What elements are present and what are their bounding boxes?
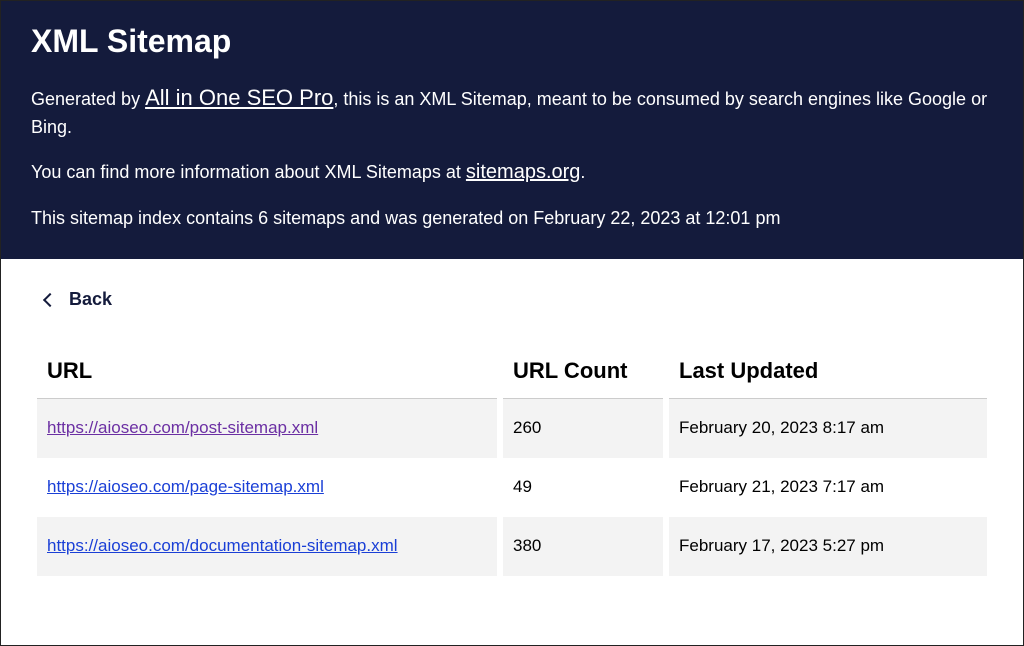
text: Generated by xyxy=(31,89,145,109)
cell-count: 49 xyxy=(503,458,663,517)
back-button[interactable]: Back xyxy=(45,289,112,310)
cell-updated: February 21, 2023 7:17 am xyxy=(669,458,987,517)
cell-updated: February 20, 2023 8:17 am xyxy=(669,399,987,458)
text: . xyxy=(580,162,585,182)
content-area: Back URL URL Count Last Updated https://… xyxy=(1,259,1023,576)
aioseo-link[interactable]: All in One SEO Pro xyxy=(145,85,333,110)
sitemap-url-link[interactable]: https://aioseo.com/documentation-sitemap… xyxy=(47,536,398,555)
page-title: XML Sitemap xyxy=(31,23,993,60)
cell-url: https://aioseo.com/documentation-sitemap… xyxy=(37,517,497,576)
table-row: https://aioseo.com/documentation-sitemap… xyxy=(37,517,987,576)
cell-updated: February 17, 2023 5:27 pm xyxy=(669,517,987,576)
text: You can find more information about XML … xyxy=(31,162,466,182)
table-row: https://aioseo.com/post-sitemap.xml 260Fe… xyxy=(37,399,987,458)
sitemap-url-link[interactable]: https://aioseo.com/post-sitemap.xml xyxy=(47,418,318,437)
sitemap-url-link[interactable]: https://aioseo.com/page-sitemap.xml xyxy=(47,477,324,496)
chevron-left-icon xyxy=(43,293,57,307)
cell-url: https://aioseo.com/post-sitemap.xml xyxy=(37,399,497,458)
cell-url: https://aioseo.com/page-sitemap.xml xyxy=(37,458,497,517)
cell-count: 380 xyxy=(503,517,663,576)
header-line-3: This sitemap index contains 6 sitemaps a… xyxy=(31,205,993,231)
table-row: https://aioseo.com/page-sitemap.xml 49Feb… xyxy=(37,458,987,517)
header-line-2: You can find more information about XML … xyxy=(31,158,993,187)
sitemaps-org-link[interactable]: sitemaps.org xyxy=(466,161,581,183)
col-header-updated: Last Updated xyxy=(669,358,987,399)
back-label: Back xyxy=(69,289,112,310)
sitemap-header: XML Sitemap Generated by All in One SEO … xyxy=(1,1,1023,259)
header-line-1: Generated by All in One SEO Pro, this is… xyxy=(31,82,993,140)
sitemap-table: URL URL Count Last Updated https://aiose… xyxy=(31,358,993,576)
cell-count: 260 xyxy=(503,399,663,458)
col-header-url: URL xyxy=(37,358,497,399)
col-header-count: URL Count xyxy=(503,358,663,399)
